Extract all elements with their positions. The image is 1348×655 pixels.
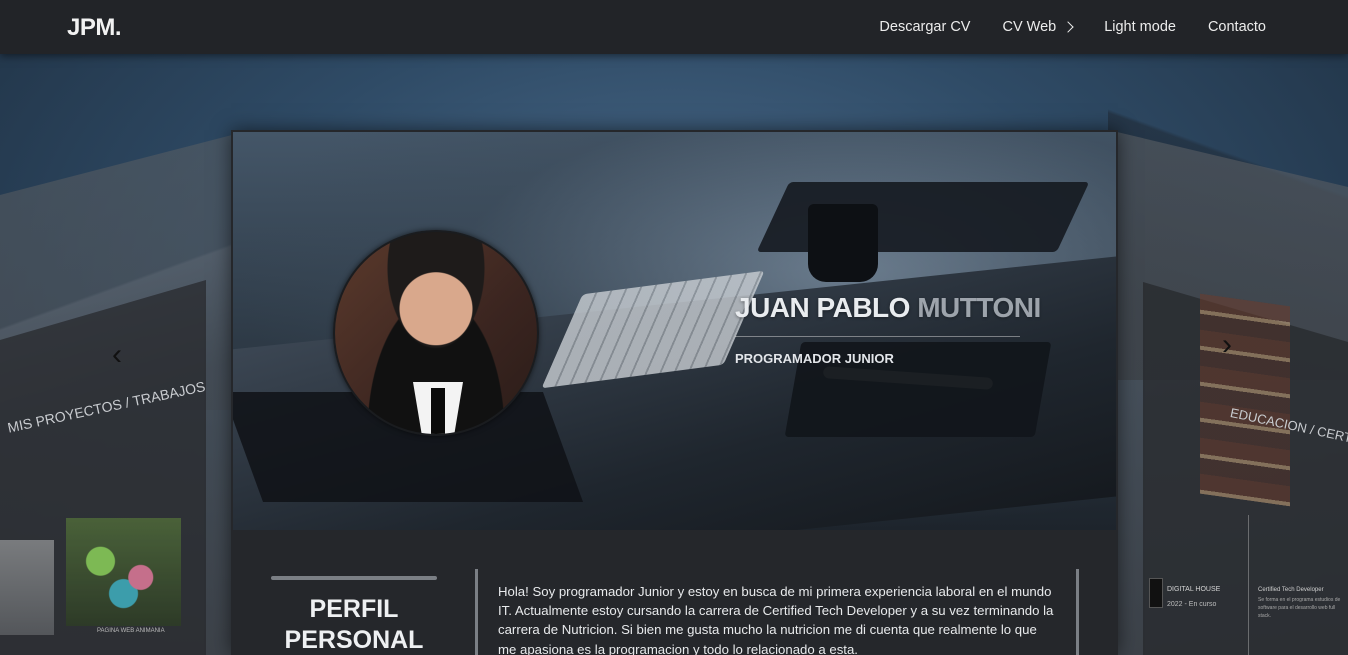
nav-cv-web[interactable]: CV Web xyxy=(1002,19,1074,35)
profile-heading: PERFIL PERSONAL xyxy=(271,576,437,655)
profile-avatar xyxy=(333,230,539,436)
mug-image xyxy=(808,204,878,282)
hero-last-name: MUTTONI xyxy=(917,292,1041,323)
hero-divider xyxy=(735,336,1020,337)
certificate-description: Se forma en el programa estudios de soft… xyxy=(1258,597,1341,619)
project-thumbnail-animania[interactable] xyxy=(66,518,181,626)
books-image xyxy=(1200,293,1290,507)
nav-download-cv[interactable]: Descargar CV xyxy=(879,19,970,35)
nav-download-cv-label: Descargar CV xyxy=(879,19,971,35)
nav-cv-web-label: CV Web xyxy=(1002,19,1057,35)
main-card: JUAN PABLO MUTTONI PROGRAMADOR JUNIOR PE… xyxy=(231,130,1118,655)
hero-role: PROGRAMADOR JUNIOR xyxy=(735,351,894,366)
profile-text: Hola! Soy programador Junior y estoy en … xyxy=(498,584,1054,655)
project-thumbnail-caption: PAGINA WEB ANIMANIA xyxy=(97,628,165,634)
digital-house-logo-icon xyxy=(1149,578,1163,608)
hero-name: JUAN PABLO MUTTONI xyxy=(735,292,1041,324)
education-divider xyxy=(1248,515,1249,655)
nav-light-mode[interactable]: Light mode xyxy=(1104,19,1176,35)
laptop-image xyxy=(756,182,1090,252)
hero-banner: JUAN PABLO MUTTONI PROGRAMADOR JUNIOR xyxy=(233,132,1116,530)
carousel-prev-arrow-icon[interactable]: ‹ xyxy=(112,340,126,370)
avatar-tie xyxy=(431,388,445,434)
profile-title: PERFIL PERSONAL xyxy=(284,595,424,654)
navbar: JPM. Descargar CV CV Web Light mode Cont… xyxy=(0,0,1348,54)
hero-first-name: JUAN PABLO xyxy=(735,292,918,323)
project-thumbnail-1[interactable] xyxy=(0,540,54,635)
nav-contact-label: Contacto xyxy=(1207,19,1266,35)
chevron-right-icon xyxy=(1062,21,1074,33)
profile-text-box: Hola! Soy programador Junior y estoy en … xyxy=(475,569,1079,655)
profile-heading-bar xyxy=(271,576,437,580)
nav-contact[interactable]: Contacto xyxy=(1208,19,1266,35)
education-institution: DIGITAL HOUSE xyxy=(1167,586,1221,593)
nav-links: Descargar CV CV Web Light mode Contacto xyxy=(879,0,1266,54)
site-logo[interactable]: JPM. xyxy=(67,14,122,42)
education-years: 2022 - En curso xyxy=(1167,601,1217,608)
nav-light-mode-label: Light mode xyxy=(1104,19,1176,35)
carousel-next-arrow-icon[interactable]: › xyxy=(1222,330,1236,360)
certificate-title: Certified Tech Developer xyxy=(1258,587,1324,593)
